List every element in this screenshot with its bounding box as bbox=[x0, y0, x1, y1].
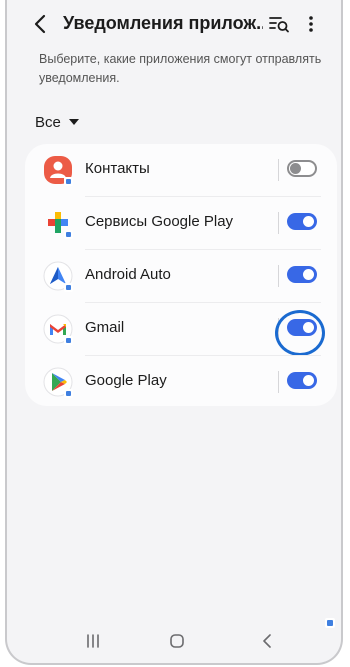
page-title: Уведомления прилож... bbox=[63, 13, 263, 33]
more-options-button[interactable] bbox=[299, 12, 323, 36]
list-item-contacts[interactable]: Контакты bbox=[25, 144, 337, 197]
divider bbox=[278, 265, 279, 287]
more-vertical-icon bbox=[309, 16, 313, 32]
page-description: Выберите, какие приложения смогут отправ… bbox=[39, 52, 322, 85]
search-list-icon bbox=[269, 17, 289, 33]
caret-down-icon bbox=[68, 119, 79, 125]
back-button[interactable] bbox=[29, 12, 53, 36]
app-name: Контакты bbox=[85, 160, 150, 177]
phone-frame: Уведомления прилож... Выберите, какие пр… bbox=[5, 0, 343, 665]
home-icon bbox=[170, 634, 184, 648]
notification-toggle[interactable] bbox=[287, 372, 317, 389]
app-name: Android Auto bbox=[85, 266, 171, 283]
nav-back-button[interactable] bbox=[257, 631, 277, 651]
google-play-icon bbox=[42, 366, 74, 398]
divider bbox=[278, 212, 279, 234]
recents-button[interactable] bbox=[83, 631, 103, 651]
recents-icon bbox=[87, 634, 99, 648]
notification-toggle[interactable] bbox=[287, 266, 317, 283]
notification-toggle[interactable] bbox=[287, 213, 317, 230]
contacts-icon bbox=[42, 154, 74, 186]
chevron-left-icon bbox=[34, 14, 46, 34]
app-bar: Уведомления прилож... bbox=[7, 0, 341, 48]
list-item-google-play[interactable]: Google Play bbox=[25, 356, 337, 409]
filter-selected-label: Все bbox=[35, 113, 61, 131]
highlight-circle bbox=[275, 310, 325, 356]
app-name: Gmail bbox=[85, 319, 125, 336]
filter-dropdown[interactable]: Все bbox=[35, 110, 79, 134]
google-play-services-icon bbox=[42, 207, 74, 239]
app-name: Google Play bbox=[85, 372, 167, 389]
list-item-google-play-services[interactable]: Сервисы Google Play bbox=[25, 197, 337, 250]
search-button[interactable] bbox=[267, 12, 291, 36]
notification-toggle[interactable] bbox=[287, 160, 317, 177]
list-item-gmail[interactable]: Gmail bbox=[25, 303, 337, 356]
nav-back-icon bbox=[263, 634, 271, 648]
divider bbox=[278, 371, 279, 393]
system-nav-bar bbox=[7, 619, 341, 663]
gmail-icon bbox=[42, 313, 74, 345]
list-item-android-auto[interactable]: Android Auto bbox=[25, 250, 337, 303]
app-name: Сервисы Google Play bbox=[85, 213, 234, 230]
app-list: Контакты Сервисы Google Play Android Aut… bbox=[25, 144, 337, 406]
home-button[interactable] bbox=[167, 631, 187, 651]
android-auto-icon bbox=[42, 260, 74, 292]
divider bbox=[278, 159, 279, 181]
